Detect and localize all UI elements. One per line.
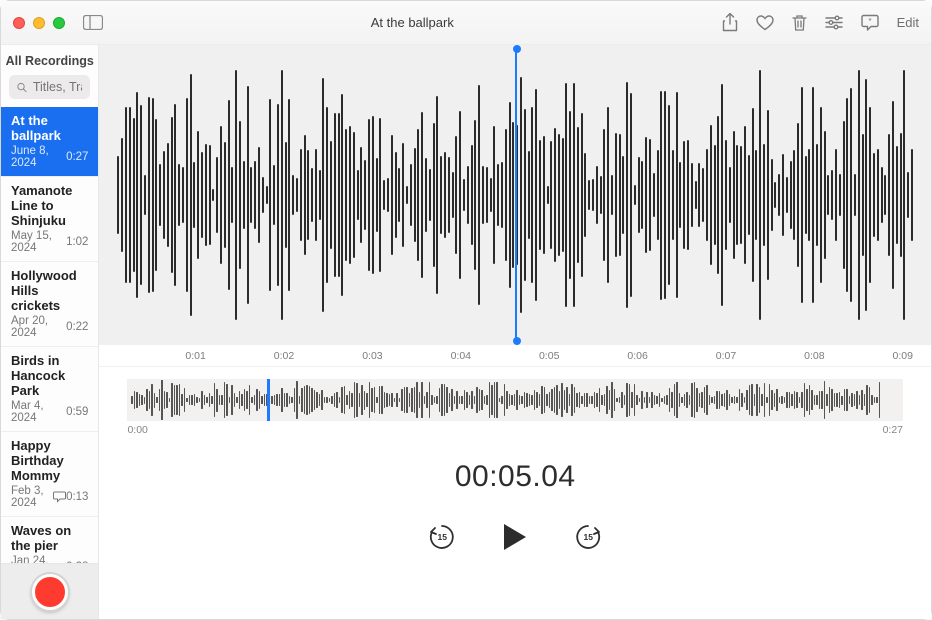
recording-item[interactable]: Yamanote Line to ShinjukuMay 15, 20241:0… (1, 177, 98, 262)
waveform-overview-section: 0:00 0:27 (99, 367, 931, 438)
ruler-tick: 0:08 (804, 350, 824, 362)
recordings-list: At the ballparkJune 8, 20240:27Yamanote … (1, 107, 98, 563)
ruler-tick: 0:02 (274, 350, 294, 362)
toolbar-right: ” Edit (722, 13, 919, 32)
main-pane: 0:01 0:02 0:03 0:04 0:05 0:06 0:07 0:08 0:09 0:0… (99, 45, 931, 619)
share-button[interactable] (722, 13, 738, 32)
recording-item[interactable]: Birds in Hancock ParkMar 4, 20240:59 (1, 347, 98, 432)
recording-name: Happy Birthday Mommy (11, 438, 88, 483)
ruler-tick: 0:05 (539, 350, 559, 362)
transcript-button[interactable]: ” (861, 14, 879, 31)
playhead[interactable] (515, 49, 517, 341)
recording-duration: 0:59 (66, 406, 88, 418)
waveform-overview[interactable] (127, 379, 903, 421)
favorite-button[interactable] (756, 15, 774, 31)
recording-date: Feb 3, 2024 (11, 485, 66, 509)
ruler-tick: 0:04 (451, 350, 471, 362)
window-controls (13, 17, 65, 29)
recording-duration: 0:27 (66, 151, 88, 163)
app-window: At the ballpark ” Edit All Recordings At… (0, 0, 932, 620)
titlebar: At the ballpark ” Edit (1, 1, 931, 45)
ruler-tick: 0:03 (362, 350, 382, 362)
search-field[interactable] (9, 75, 90, 99)
recording-name: At the ballpark (11, 113, 88, 143)
playback-controls: 15 15 (99, 522, 931, 552)
sidebar-header: All Recordings (1, 45, 98, 75)
recording-date: Mar 4, 2024 (11, 400, 66, 424)
zoom-window-button[interactable] (53, 17, 65, 29)
ruler-tick: 0:01 (185, 350, 205, 362)
recording-duration: 1:02 (66, 236, 88, 248)
record-button[interactable] (32, 574, 68, 610)
overview-playhead[interactable] (267, 379, 270, 421)
minimize-window-button[interactable] (33, 17, 45, 29)
recording-duration: 0:22 (66, 321, 88, 333)
waveform-detail[interactable] (99, 45, 931, 345)
search-icon (17, 81, 27, 94)
recording-item[interactable]: Waves on the pierJan 24, 20240:28 (1, 517, 98, 563)
recording-item[interactable]: Hollywood Hills cricketsApr 20, 20240:22 (1, 262, 98, 347)
recording-date: June 8, 2024 (11, 145, 66, 169)
delete-button[interactable] (792, 14, 807, 32)
close-window-button[interactable] (13, 17, 25, 29)
window-title: At the ballpark (103, 15, 722, 30)
svg-text:”: ” (868, 19, 872, 26)
overview-start-time: 0:00 (127, 424, 147, 436)
time-ruler: 0:01 0:02 0:03 0:04 0:05 0:06 0:07 0:08 0:09 (99, 345, 931, 367)
sidebar: All Recordings At the ballparkJune 8, 20… (1, 45, 99, 619)
ruler-tick: 0:09 (893, 350, 913, 362)
edit-button[interactable]: Edit (897, 15, 919, 30)
playback-settings-button[interactable] (825, 15, 843, 30)
recording-date: May 15, 2024 (11, 230, 66, 254)
recording-date: Apr 20, 2024 (11, 315, 66, 339)
ruler-tick: 0:06 (627, 350, 647, 362)
transcript-badge-icon (53, 491, 66, 503)
sidebar-toggle-button[interactable] (83, 15, 103, 30)
recording-date: Jan 24, 2024 (11, 555, 66, 563)
recording-duration: 0:13 (66, 491, 88, 503)
recording-name: Yamanote Line to Shinjuku (11, 183, 88, 228)
record-footer (1, 563, 98, 619)
recording-name: Waves on the pier (11, 523, 88, 553)
play-button[interactable] (501, 522, 529, 552)
skip-forward-button[interactable]: 15 (573, 522, 603, 552)
recording-item[interactable]: At the ballparkJune 8, 20240:27 (1, 107, 98, 177)
recording-name: Hollywood Hills crickets (11, 268, 88, 313)
playback-time: 00:05.04 (99, 460, 931, 494)
recording-name: Birds in Hancock Park (11, 353, 88, 398)
ruler-tick: 0:07 (716, 350, 736, 362)
recording-item[interactable]: Happy Birthday MommyFeb 3, 20240:13 (1, 432, 98, 517)
search-input[interactable] (33, 80, 83, 94)
skip-back-button[interactable]: 15 (427, 522, 457, 552)
overview-end-time: 0:27 (883, 424, 903, 436)
